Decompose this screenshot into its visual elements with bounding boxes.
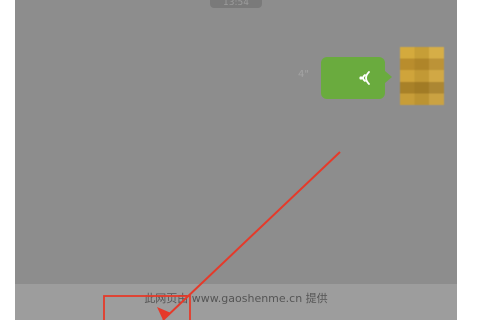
voice-wave-icon [359, 71, 370, 85]
voice-duration: 4" [298, 69, 309, 80]
time-badge: 13:54 [210, 0, 262, 8]
screenshot-frame: 13:54 4" 此网页由 www.gaoshenme.cn 提供 [0, 0, 480, 320]
avatar[interactable] [400, 47, 444, 105]
voice-message-bubble[interactable] [321, 57, 392, 99]
web-provider-bar: 此网页由 www.gaoshenme.cn 提供 [15, 284, 457, 320]
provider-text: 此网页由 www.gaoshenme.cn 提供 [144, 292, 328, 305]
chat-screen[interactable]: 13:54 4" [15, 0, 457, 320]
